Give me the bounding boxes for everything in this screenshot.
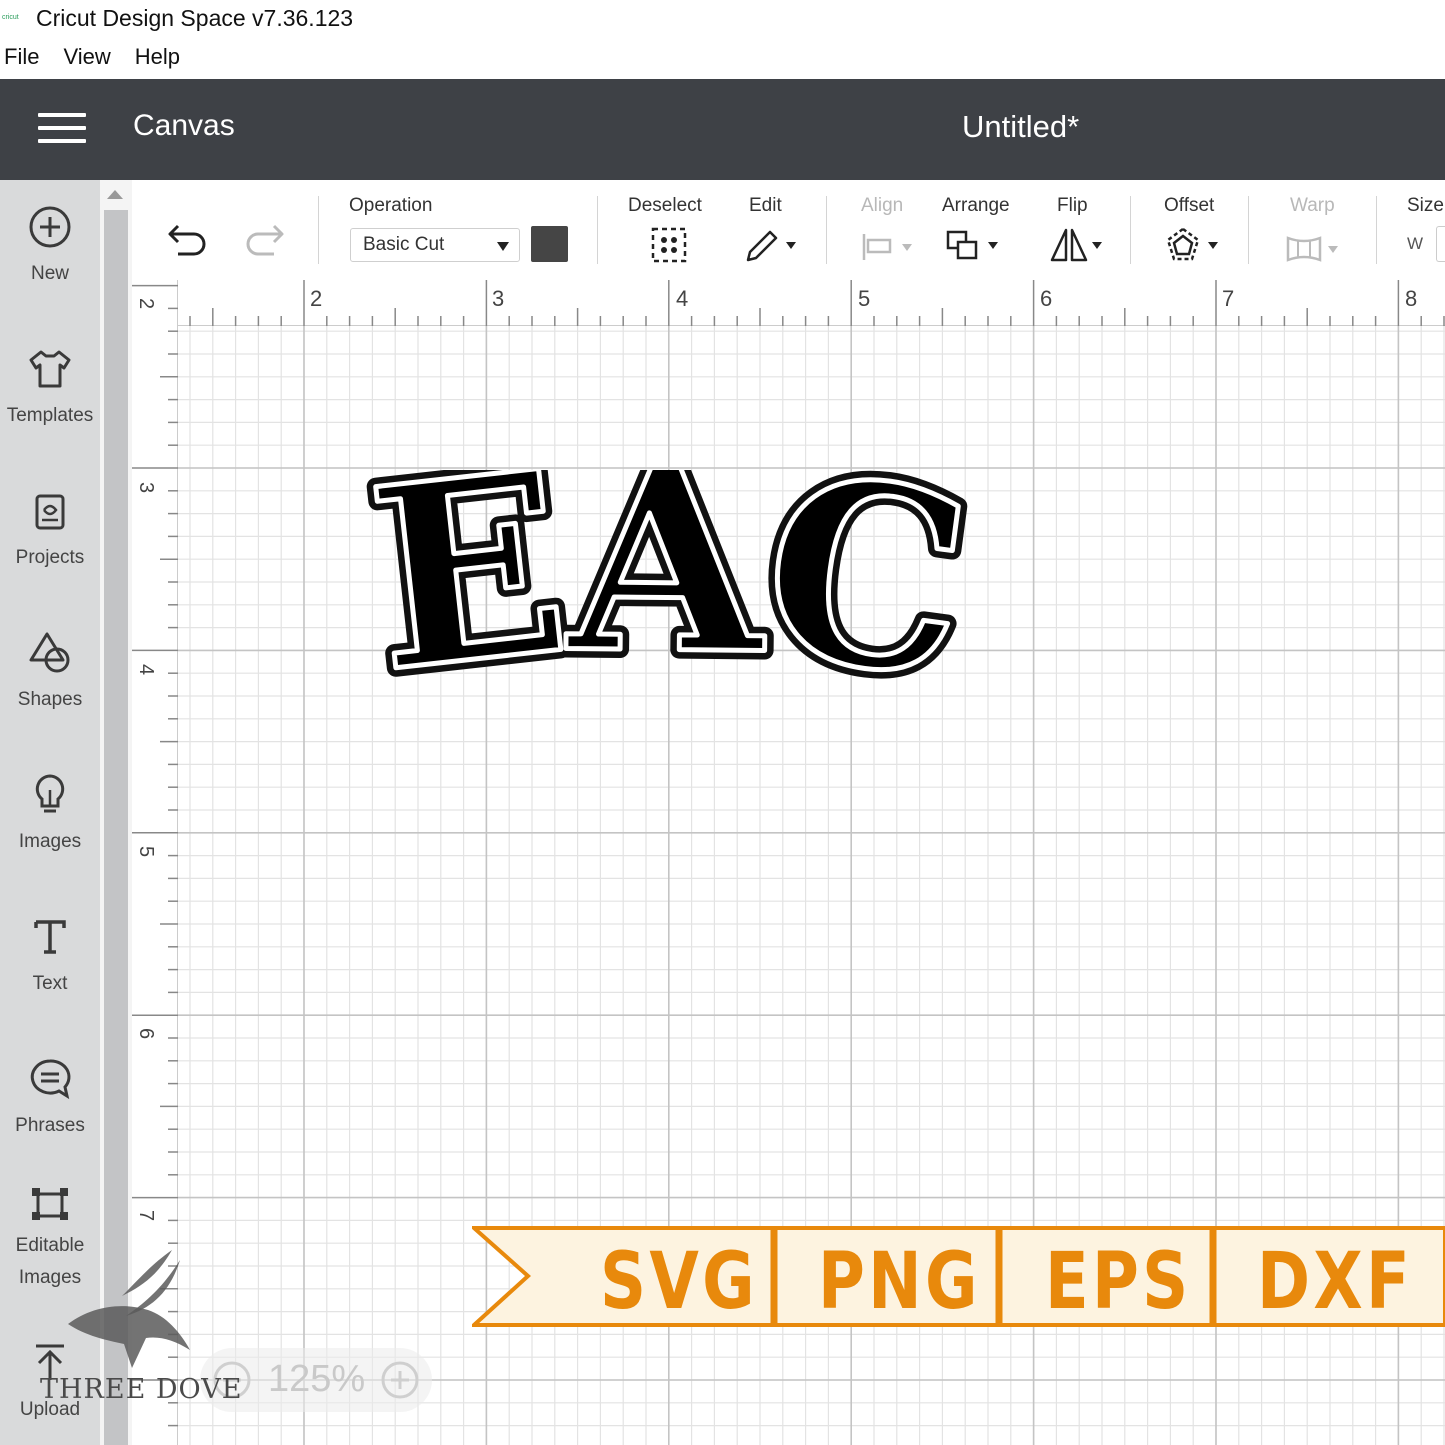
sidebar-label-images: Images: [18, 831, 82, 852]
sidebar-item-text[interactable]: Text: [0, 914, 100, 1000]
ruler-number: 7: [135, 1209, 158, 1222]
toolbar-divider: [1248, 196, 1249, 264]
size-label: Size: [1407, 195, 1444, 216]
dove-watermark-icon: [68, 1250, 190, 1368]
operation-value: Basic Cut: [363, 234, 445, 255]
undo-icon[interactable]: [166, 218, 210, 256]
edit-label: Edit: [749, 195, 782, 216]
sidebar-label-shapes: Shapes: [17, 689, 83, 710]
ruler-number: 2: [310, 286, 323, 311]
app-header: Canvas Untitled*: [0, 79, 1445, 180]
window-title: Cricut Design Space v7.36.123: [36, 4, 354, 31]
menu-file[interactable]: File: [4, 44, 39, 70]
deselect-label: Deselect: [628, 195, 702, 216]
plus-circle-icon: [29, 206, 71, 248]
toolbar-divider: [1130, 196, 1131, 264]
toolbar-divider: [826, 196, 827, 264]
sidebar-item-phrases[interactable]: Phrases: [0, 1056, 100, 1142]
edit-toolbar: Operation Basic Cut Deselect Edit Align …: [132, 180, 1445, 280]
ruler-number: 2: [135, 297, 158, 310]
arrange-label: Arrange: [942, 195, 1010, 216]
ruler-number: 7: [1222, 286, 1235, 311]
ruler-number: 3: [492, 286, 505, 311]
zoom-level: 125%: [268, 1358, 366, 1400]
align-label: Align: [861, 195, 904, 216]
toolbar-divider: [1376, 196, 1377, 264]
sidebar-item-templates[interactable]: Templates: [0, 346, 100, 432]
operation-select[interactable]: Basic Cut: [350, 228, 520, 262]
ruler-number: 6: [135, 1027, 158, 1040]
sidebar-label-templates: Templates: [6, 405, 94, 426]
horizontal-ruler-ticks: [143, 280, 1445, 326]
speech-bubble-icon: [30, 1059, 71, 1100]
deselect-icon[interactable]: [650, 226, 688, 264]
ruler-number: 8: [1405, 286, 1418, 311]
size-width-label: W: [1407, 234, 1424, 253]
menu-bar: File View Help: [0, 38, 200, 76]
format-label-svg: SVG: [600, 1237, 758, 1327]
document-title[interactable]: Untitled*: [962, 109, 1079, 145]
chevron-down-icon: [497, 242, 509, 251]
format-label-eps: EPS: [1045, 1237, 1192, 1327]
project-icon: [35, 494, 65, 530]
watermark-text: THREE DOVE: [40, 1374, 243, 1405]
editable-images-icon: [32, 1188, 68, 1220]
ruler-number: 4: [135, 663, 158, 676]
sidebar-item-shapes[interactable]: Shapes: [0, 630, 100, 716]
horizontal-ruler: 2 3 4 5 6 7 8: [132, 280, 1445, 326]
text-icon: [34, 920, 66, 954]
zoom-in-icon[interactable]: [380, 1360, 420, 1400]
format-label-dxf: DXF: [1257, 1237, 1413, 1327]
arrange-icon[interactable]: [944, 226, 1006, 264]
design-text: TEACH: [300, 470, 987, 737]
ruler-number: 5: [858, 286, 871, 311]
edit-pencil-icon[interactable]: [742, 226, 800, 264]
offset-label: Offset: [1164, 195, 1215, 216]
sidebar-label-projects: Projects: [15, 547, 85, 568]
warp-label: Warp: [1290, 195, 1335, 216]
ruler-number: 3: [135, 481, 158, 494]
ruler-number: 4: [676, 286, 689, 311]
lightbulb-icon: [35, 774, 65, 813]
sidebar-label-text: Text: [32, 973, 68, 994]
section-title: Canvas: [133, 109, 235, 142]
menu-view[interactable]: View: [63, 44, 110, 70]
flip-icon[interactable]: [1048, 226, 1110, 264]
operation-label: Operation: [349, 195, 433, 216]
menu-help[interactable]: Help: [135, 44, 180, 70]
format-label-png: PNG: [818, 1237, 981, 1327]
color-swatch[interactable]: [531, 226, 568, 262]
sidebar-item-images[interactable]: Images: [0, 772, 100, 858]
app-logo: cricut: [2, 14, 19, 21]
scroll-up-arrow[interactable]: [107, 190, 123, 199]
toolbar-divider: [597, 196, 598, 264]
ruler-number: 5: [135, 845, 158, 858]
sidebar-label-phrases: Phrases: [15, 1115, 85, 1136]
hamburger-menu-icon[interactable]: [38, 113, 86, 145]
redo-icon[interactable]: [242, 218, 286, 256]
size-width-input[interactable]: [1436, 226, 1445, 262]
sidebar-label-new: New: [30, 263, 69, 284]
offset-icon[interactable]: [1164, 226, 1226, 264]
ruler-number: 6: [1040, 286, 1053, 311]
flip-label: Flip: [1057, 195, 1088, 216]
svg-text:TEACH: TEACH: [300, 470, 979, 734]
design-text-graphic[interactable]: TEACH TEACH: [300, 470, 1080, 800]
shapes-icon: [29, 632, 70, 673]
sidebar-item-projects[interactable]: Projects: [0, 488, 100, 574]
warp-icon: [1286, 236, 1338, 262]
sidebar-item-new[interactable]: New: [0, 204, 100, 290]
align-icon: [862, 234, 912, 260]
title-bar: cricut Cricut Design Space v7.36.123: [0, 0, 1445, 36]
tshirt-icon: [29, 350, 71, 388]
toolbar-divider: [318, 196, 319, 264]
